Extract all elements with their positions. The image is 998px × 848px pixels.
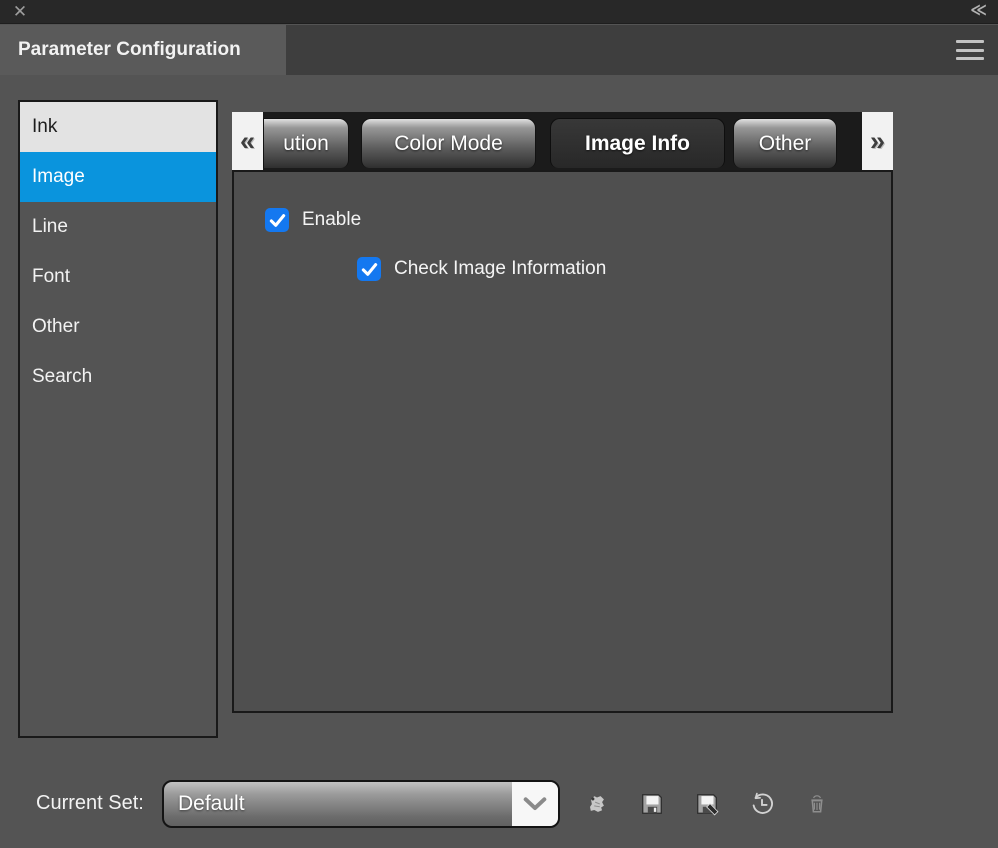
image-info-content-pane: Enable Check Image Information: [232, 170, 893, 713]
tab-image-info[interactable]: Image Info: [550, 118, 725, 168]
settings-tab-strip: « ution Color Mode Image Info Other »: [232, 112, 893, 170]
enable-checkbox-label: Enable: [302, 209, 361, 231]
check-image-information-checkbox[interactable]: [357, 257, 381, 281]
sidebar-item-other[interactable]: Other: [20, 302, 216, 352]
tab-scroll-left-button[interactable]: «: [232, 112, 263, 170]
save-set-icon[interactable]: [638, 790, 666, 818]
current-set-value: Default: [164, 792, 245, 816]
sidebar-item-font[interactable]: Font: [20, 252, 216, 302]
check-image-information-label: Check Image Information: [394, 258, 606, 280]
panel-title-tab[interactable]: Parameter Configuration: [0, 25, 286, 75]
new-set-icon[interactable]: [583, 790, 611, 818]
checkmark-icon: [359, 259, 380, 280]
save-as-set-icon[interactable]: [693, 790, 721, 818]
sidebar-item-search[interactable]: Search: [20, 352, 216, 402]
window-top-bar: ✕ ≪: [0, 0, 998, 24]
tab-resolution[interactable]: ution: [263, 118, 349, 168]
parameter-configuration-panel: ✕ ≪ Parameter Configuration Ink Image Li…: [0, 0, 998, 848]
dropdown-button[interactable]: [512, 782, 558, 826]
collapse-left-icon[interactable]: ≪: [970, 0, 986, 24]
current-set-label: Current Set:: [36, 792, 144, 815]
tab-other[interactable]: Other: [733, 118, 837, 168]
enable-checkbox-row: Enable: [265, 208, 361, 232]
current-set-dropdown[interactable]: Default: [162, 780, 560, 828]
check-image-info-checkbox-row: Check Image Information: [357, 257, 606, 281]
page-title: Parameter Configuration: [18, 39, 241, 61]
panel-menu-icon[interactable]: [956, 39, 986, 61]
delete-set-icon[interactable]: [803, 790, 831, 818]
sidebar-item-image[interactable]: Image: [20, 152, 216, 202]
sidebar-item-ink[interactable]: Ink: [20, 102, 216, 152]
set-actions-toolbar: [583, 790, 831, 818]
tab-scroll-right-button[interactable]: »: [862, 112, 893, 170]
enable-checkbox[interactable]: [265, 208, 289, 232]
sidebar-item-line[interactable]: Line: [20, 202, 216, 252]
tab-color-mode[interactable]: Color Mode: [361, 118, 536, 168]
close-icon[interactable]: ✕: [9, 1, 31, 23]
category-list: Ink Image Line Font Other Search: [18, 100, 218, 738]
panel-tab-row: Parameter Configuration: [0, 25, 998, 75]
checkmark-icon: [267, 210, 288, 231]
chevron-down-icon: [523, 797, 547, 811]
history-icon[interactable]: [748, 790, 776, 818]
